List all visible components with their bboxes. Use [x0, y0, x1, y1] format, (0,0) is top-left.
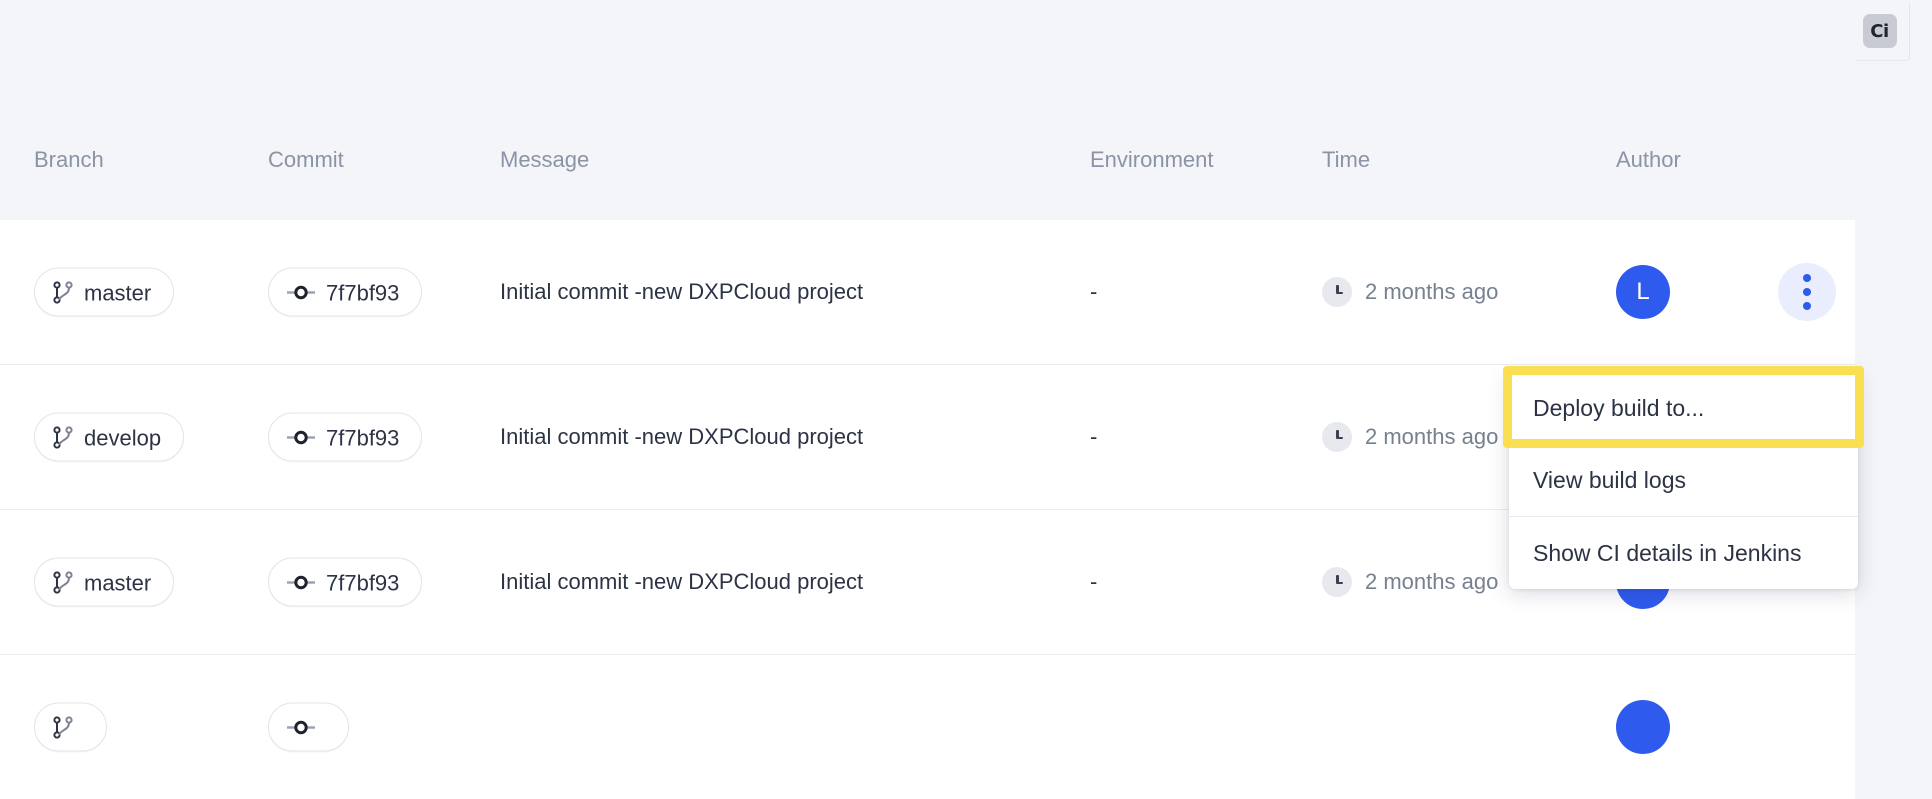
clock-icon [1322, 567, 1352, 597]
time-value: 2 months ago [1365, 569, 1499, 594]
commit-message: Initial commit -new DXPCloud project [500, 279, 864, 304]
git-commit-icon [287, 720, 315, 734]
commit-cell [268, 702, 349, 752]
message-cell: Initial commit -new DXPCloud project [500, 279, 863, 305]
environment-cell: - [1090, 279, 1097, 305]
branch-pill[interactable]: develop [34, 412, 185, 462]
commit-cell: 7f7bf93 [268, 267, 423, 317]
avatar[interactable] [1616, 700, 1670, 754]
commit-pill[interactable]: 7f7bf93 [268, 267, 423, 317]
branch-pill[interactable] [34, 702, 107, 752]
git-branch-icon [53, 426, 73, 448]
environment-value: - [1090, 279, 1098, 304]
menu-item-deploy-build-to[interactable]: Deploy build to... [1509, 372, 1858, 444]
git-branch-icon [53, 571, 73, 593]
commit-pill[interactable]: 7f7bf93 [268, 412, 423, 462]
time-cell: 2 months ago [1322, 567, 1498, 597]
branch-cell: master [34, 267, 175, 317]
environment-value: - [1090, 569, 1098, 594]
branch-pill[interactable]: master [34, 267, 175, 317]
commit-hash: 7f7bf93 [326, 425, 400, 450]
kebab-dot-icon [1803, 288, 1811, 296]
row-menu-button[interactable] [1778, 263, 1836, 321]
git-branch-icon [53, 281, 73, 303]
git-commit-icon [287, 285, 315, 299]
environment-value: - [1090, 424, 1098, 449]
git-commit-icon [287, 430, 315, 444]
table-row[interactable] [0, 654, 1855, 799]
column-header-environment: Environment [1090, 147, 1214, 172]
branch-name: develop [84, 425, 162, 450]
column-header-time: Time [1322, 147, 1371, 172]
commit-message: Initial commit -new DXPCloud project [500, 569, 864, 594]
commit-cell: 7f7bf93 [268, 557, 423, 607]
kebab-dot-icon [1803, 274, 1811, 282]
table-header: Branch Commit Message Environment Time A… [0, 0, 1855, 220]
environment-cell: - [1090, 569, 1097, 595]
column-header-message: Message [500, 147, 590, 172]
avatar[interactable]: L [1616, 265, 1670, 319]
time-value: 2 months ago [1365, 424, 1499, 449]
author-cell [1616, 700, 1670, 754]
menu-item-show-ci-details-in-jenkins[interactable]: Show CI details in Jenkins [1509, 517, 1858, 589]
branch-name: master [84, 280, 152, 305]
commit-cell: 7f7bf93 [268, 412, 423, 462]
row-actions-cell [1778, 263, 1836, 321]
message-cell: Initial commit -new DXPCloud project [500, 424, 863, 450]
branch-pill[interactable]: master [34, 557, 175, 607]
column-header-author: Author [1616, 147, 1681, 172]
branch-cell: master [34, 557, 175, 607]
column-header-commit: Commit [268, 147, 344, 172]
time-cell: 2 months ago [1322, 422, 1498, 452]
message-cell: Initial commit -new DXPCloud project [500, 569, 863, 595]
time-cell: 2 months ago [1322, 277, 1498, 307]
time-value: 2 months ago [1365, 279, 1499, 304]
clock-icon [1322, 277, 1352, 307]
commit-hash: 7f7bf93 [326, 570, 400, 595]
ci-logo-badge[interactable]: Ci [1849, 2, 1910, 61]
author-cell: L [1616, 265, 1670, 319]
row-context-menu: Deploy build to... View build logs Show … [1509, 372, 1858, 589]
ci-logo-icon: Ci [1862, 14, 1897, 48]
commit-pill[interactable]: 7f7bf93 [268, 557, 423, 607]
table-row[interactable]: master 7f7bf93 Initial commit -new DXPCl… [0, 220, 1855, 364]
clock-icon [1322, 422, 1352, 452]
commit-pill[interactable] [268, 702, 349, 752]
git-commit-icon [287, 575, 315, 589]
branch-name: master [84, 570, 152, 595]
commit-message: Initial commit -new DXPCloud project [500, 424, 864, 449]
environment-cell: - [1090, 424, 1097, 450]
commit-hash: 7f7bf93 [326, 280, 400, 305]
kebab-dot-icon [1803, 302, 1811, 310]
git-branch-icon [53, 716, 73, 738]
branch-cell [34, 702, 107, 752]
branch-cell: develop [34, 412, 185, 462]
menu-item-view-build-logs[interactable]: View build logs [1509, 444, 1858, 516]
column-header-branch: Branch [34, 147, 104, 172]
